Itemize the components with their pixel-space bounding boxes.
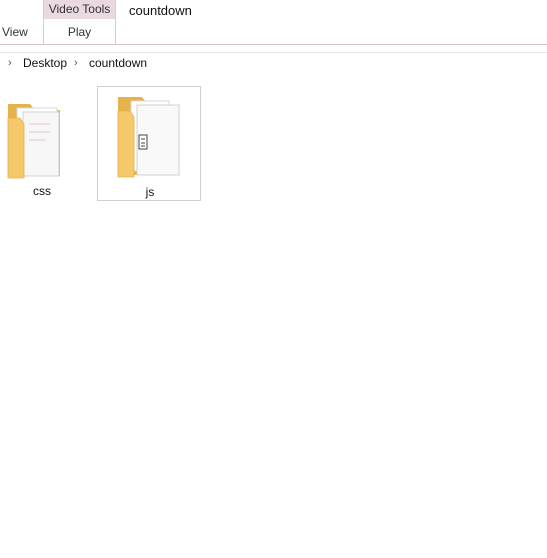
window-title: countdown [129,3,192,18]
breadcrumb-countdown[interactable]: countdown [89,53,147,73]
breadcrumb-desktop[interactable]: Desktop [23,53,67,73]
tab-view[interactable]: View [2,19,28,45]
folder-label: css [33,184,51,198]
chevron-right-icon[interactable]: › [74,53,78,73]
ribbon-divider [0,44,547,45]
chevron-right-icon[interactable]: › [8,53,12,73]
folder-icon [0,94,94,184]
file-list-area[interactable]: css js [0,73,547,558]
folder-icon [98,95,202,185]
ribbon: View Video Tools Play countdown [0,0,547,45]
address-bar[interactable]: › Desktop › countdown [0,52,547,74]
tab-play[interactable]: Play [43,19,116,45]
video-tools-context-group: Video Tools Play [43,0,116,45]
folder-label: js [145,185,155,199]
video-tools-header: Video Tools [43,0,116,19]
folder-item-js[interactable]: js [97,86,201,201]
folder-item-css[interactable]: css [0,86,94,201]
